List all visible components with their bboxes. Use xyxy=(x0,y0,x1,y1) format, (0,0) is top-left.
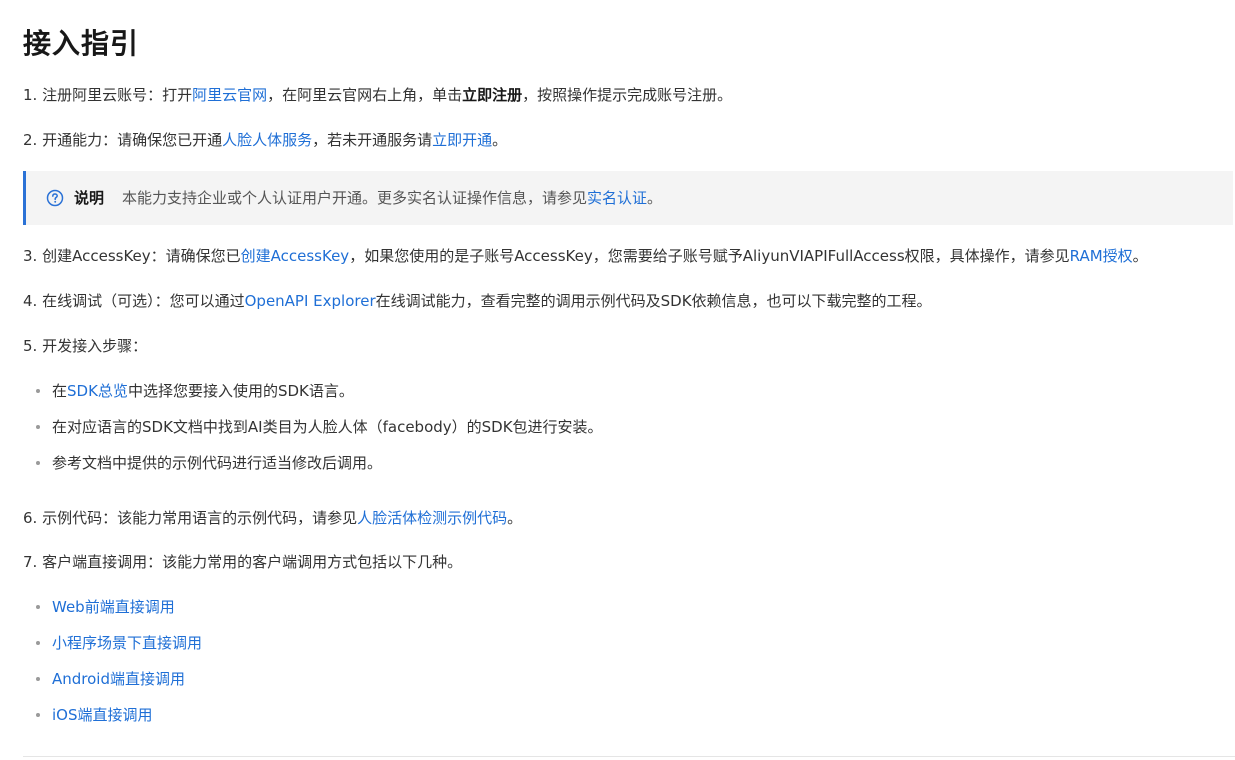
step-2: 2. 开通能力：请确保您已开通人脸人体服务，若未开通服务请立即开通。 xyxy=(23,129,507,151)
liveness-detection-sample-link[interactable]: 人脸活体检测示例代码 xyxy=(357,509,507,527)
step-4-number: 4. xyxy=(23,292,38,310)
note-box: 说明 本能力支持企业或个人认证用户开通。更多实名认证操作信息，请参见实名认证。 xyxy=(23,171,1233,225)
bullet-text: 参考文档中提供的示例代码进行适当修改后调用。 xyxy=(52,454,383,472)
step-6: 6. 示例代码：该能力常用语言的示例代码，请参见人脸活体检测示例代码。 xyxy=(23,507,522,529)
openapi-explorer-link[interactable]: OpenAPI Explorer xyxy=(245,292,376,310)
android-direct-call-link[interactable]: Android端直接调用 xyxy=(52,668,185,690)
divider xyxy=(23,756,1235,757)
step-7-text: 客户端直接调用：该能力常用的客户端调用方式包括以下几种。 xyxy=(42,553,463,571)
note-text: 本能力支持企业或个人认证用户开通。更多实名认证操作信息，请参见实名认证。 xyxy=(122,187,662,209)
step-2-text-b: ，若未开通服务请 xyxy=(312,131,433,149)
step-2-number: 2. xyxy=(23,131,38,149)
bullet-dot xyxy=(36,605,40,609)
note-end: 。 xyxy=(647,189,663,207)
bullet-dot xyxy=(36,461,40,465)
step-1-text-a: 注册阿里云账号：打开 xyxy=(42,86,193,104)
step-1-text-b: ，在阿里云官网右上角，单击 xyxy=(267,86,463,104)
bullet-dot xyxy=(36,641,40,645)
step-7: 7. 客户端直接调用：该能力常用的客户端调用方式包括以下几种。 xyxy=(23,551,462,573)
step-4-text-a: 在线调试（可选）：您可以通过 xyxy=(42,292,245,310)
step-6-text-c: 。 xyxy=(507,509,523,527)
ios-direct-call-link[interactable]: iOS端直接调用 xyxy=(52,704,153,726)
question-circle-icon xyxy=(46,189,64,207)
step-1-text-c: ，按照操作提示完成账号注册。 xyxy=(522,86,733,104)
bullet-text-post: 中选择您要接入使用的SDK语言。 xyxy=(127,382,354,400)
miniprogram-direct-call-link[interactable]: 小程序场景下直接调用 xyxy=(52,632,202,654)
bullet-dot xyxy=(36,677,40,681)
step-5-number: 5. xyxy=(23,337,38,355)
page-title: 接入指引 xyxy=(23,27,140,60)
real-name-auth-link[interactable]: 实名认证 xyxy=(587,189,647,207)
note-title: 说明 xyxy=(74,189,105,207)
bullet-dot xyxy=(36,389,40,393)
register-now-text: 立即注册 xyxy=(462,86,523,104)
step-3-text-b: ，如果您使用的是子账号AccessKey，您需要给子账号赋予AliyunVIAP… xyxy=(349,247,1070,265)
bullet-text: 在对应语言的SDK文档中找到AI类目为人脸人体（facebody）的SDK包进行… xyxy=(52,418,603,436)
activate-now-link[interactable]: 立即开通 xyxy=(432,131,492,149)
step-4-text-b: 在线调试能力，查看完整的调用示例代码及SDK依赖信息，也可以下载完整的工程。 xyxy=(375,292,932,310)
step-5: 5. 开发接入步骤： xyxy=(23,335,147,357)
note-body: 本能力支持企业或个人认证用户开通。更多实名认证操作信息，请参见 xyxy=(122,189,588,207)
step-1-number: 1. xyxy=(23,86,38,104)
bullet-dot xyxy=(36,713,40,717)
bullet-text-pre: 在 xyxy=(52,382,68,400)
step-7-number: 7. xyxy=(23,553,38,571)
web-direct-call-link[interactable]: Web前端直接调用 xyxy=(52,596,175,618)
step-3-number: 3. xyxy=(23,247,38,265)
bullet-text: 在SDK总览中选择您要接入使用的SDK语言。 xyxy=(52,380,354,402)
aliyun-website-link[interactable]: 阿里云官网 xyxy=(192,86,267,104)
step-3-text-c: 。 xyxy=(1132,247,1148,265)
step-3-text-a: 创建AccessKey：请确保您已 xyxy=(42,247,241,265)
step-4: 4. 在线调试（可选）：您可以通过OpenAPI Explorer在线调试能力，… xyxy=(23,290,932,312)
create-accesskey-link[interactable]: 创建AccessKey xyxy=(241,247,350,265)
step-2-text-c: 。 xyxy=(492,131,508,149)
face-body-service-link[interactable]: 人脸人体服务 xyxy=(222,131,312,149)
step-2-text-a: 开通能力：请确保您已开通 xyxy=(42,131,223,149)
step-5-text: 开发接入步骤： xyxy=(42,337,148,355)
step-3: 3. 创建AccessKey：请确保您已创建AccessKey，如果您使用的是子… xyxy=(23,245,1148,267)
step-6-text-a: 示例代码：该能力常用语言的示例代码，请参见 xyxy=(42,509,358,527)
ram-authorization-link[interactable]: RAM授权 xyxy=(1070,247,1133,265)
sdk-overview-link[interactable]: SDK总览 xyxy=(67,382,128,400)
step-1: 1. 注册阿里云账号：打开阿里云官网，在阿里云官网右上角，单击立即注册，按照操作… xyxy=(23,84,732,106)
step-6-number: 6. xyxy=(23,509,38,527)
bullet-dot xyxy=(36,425,40,429)
